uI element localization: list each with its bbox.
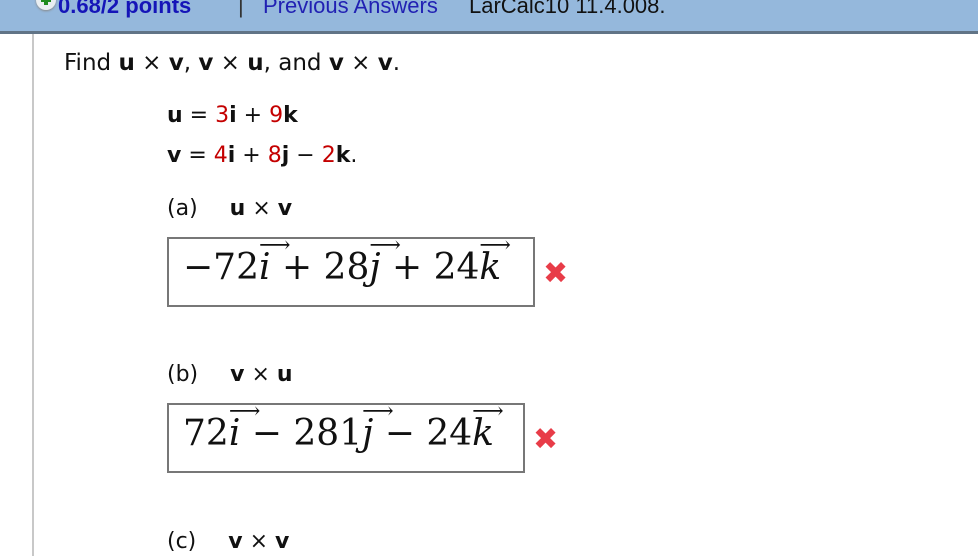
coefficient: 4 — [213, 143, 228, 168]
prompt-text: × — [134, 50, 169, 76]
eq-text: + — [236, 103, 270, 128]
part-a-answer-input[interactable]: −72i + 28j + 24k — [167, 233, 535, 307]
incorrect-x-icon: ✖ — [533, 422, 559, 457]
prompt-text: v — [168, 50, 184, 76]
expr-text: × — [244, 362, 277, 387]
answer-expression: −72i + 28j + 24k — [183, 233, 511, 288]
unit-vector: k — [479, 233, 510, 288]
points-score: 0.68/2 points — [58, 0, 192, 18]
coefficient: 2 — [321, 143, 336, 168]
eq-text: v — [167, 143, 182, 168]
part-letter: (c) — [167, 529, 197, 554]
prompt-text: v — [328, 50, 344, 76]
prompt-text: u — [118, 50, 135, 76]
unit-vector: j — [362, 399, 394, 454]
prompt-text: , and — [263, 50, 329, 76]
eq-text: = — [182, 103, 216, 128]
coefficient: 8 — [267, 143, 282, 168]
prompt-text: × — [343, 50, 378, 76]
expr-text: v — [228, 529, 243, 554]
expr-text: v — [277, 196, 293, 221]
vector-v-definition: v = 4i + 8j − 2k. — [167, 143, 357, 168]
answer-term: −72 — [183, 247, 259, 288]
eq-text: i — [229, 103, 237, 128]
prompt-text: v — [198, 50, 214, 76]
question-header: 0.68/2 points | Previous Answers LarCalc… — [0, 0, 978, 34]
eq-text: k — [335, 143, 351, 168]
part-c-label: (c) v × v — [167, 529, 289, 554]
unit-vector: i — [229, 399, 259, 454]
eq-text: = — [181, 143, 214, 168]
answer-term: 72 — [183, 413, 229, 454]
prompt-text: Find — [64, 50, 119, 76]
expr-text: u — [229, 196, 246, 221]
prompt-text: u — [247, 50, 264, 76]
question-prompt: Find u × v, v × u, and v × v. — [64, 50, 400, 76]
coefficient: 9 — [269, 103, 284, 128]
part-letter: (b) — [167, 362, 199, 387]
part-b-label: (b) v × u — [167, 362, 293, 387]
eq-text: + — [235, 143, 268, 168]
answer-expression: 72i − 281j − 24k — [183, 399, 503, 454]
problem-code: LarCalc10 11.4.008. — [469, 0, 666, 18]
expr-text: × — [242, 529, 276, 554]
part-a-label: (a) u × v — [167, 196, 292, 221]
eq-text: k — [283, 103, 298, 128]
unit-vector: k — [472, 399, 503, 454]
expr-text: v — [230, 362, 245, 387]
eq-text: u — [167, 103, 183, 128]
coefficient: 3 — [215, 103, 230, 128]
eq-text: − — [289, 143, 322, 168]
expr-text: × — [245, 196, 278, 221]
incorrect-x-icon: ✖ — [543, 256, 569, 291]
prompt-text: v — [377, 50, 393, 76]
eq-text: . — [350, 143, 358, 168]
part-b-answer-input[interactable]: 72i − 281j − 24k — [167, 399, 525, 473]
prompt-text: . — [392, 50, 401, 76]
left-divider — [32, 34, 34, 556]
previous-answers-link[interactable]: Previous Answers — [263, 0, 438, 19]
part-letter: (a) — [167, 196, 198, 221]
expand-plus-icon[interactable] — [36, 0, 56, 10]
unit-vector: j — [369, 233, 401, 288]
expr-text: v — [275, 529, 290, 554]
prompt-text: × — [213, 50, 248, 76]
vector-u-definition: u = 3i + 9k — [167, 103, 298, 128]
expr-text: u — [276, 362, 293, 387]
unit-vector: i — [259, 233, 289, 288]
prompt-text: , — [183, 50, 199, 76]
header-separator: | — [238, 0, 244, 18]
